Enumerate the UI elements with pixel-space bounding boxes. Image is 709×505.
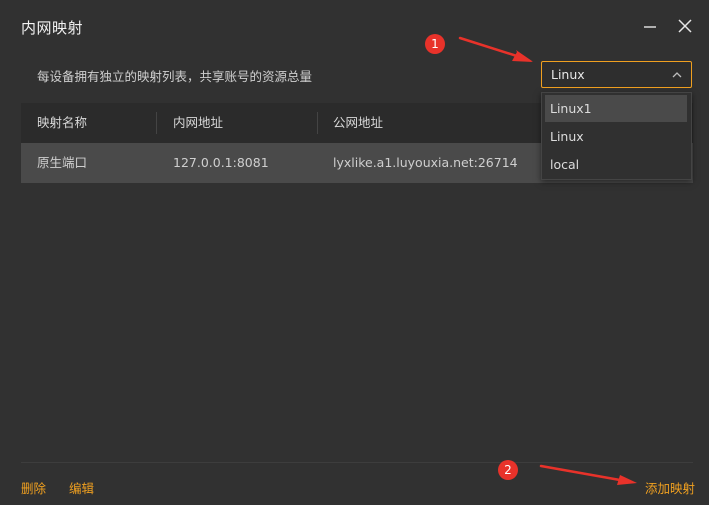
dropdown-option-linux[interactable]: Linux xyxy=(545,123,687,150)
annotation-arrow-2 xyxy=(539,464,637,485)
annotation-badge-1: 1 xyxy=(425,34,445,54)
device-dropdown-menu: Linux1 Linux local xyxy=(541,92,692,180)
minimize-button[interactable] xyxy=(638,14,662,38)
device-select-value: Linux xyxy=(551,67,585,82)
dropdown-option-linux1[interactable]: Linux1 xyxy=(545,95,687,122)
window: 内网映射 每设备拥有独立的映射列表，共享账号的资源总量 映射名称 内网地址 公网… xyxy=(0,0,709,505)
description-text: 每设备拥有独立的映射列表，共享账号的资源总量 xyxy=(37,69,313,84)
edit-button[interactable]: 编辑 xyxy=(69,478,94,497)
column-divider xyxy=(317,112,318,134)
close-icon xyxy=(678,19,692,33)
window-title: 内网映射 xyxy=(21,19,84,37)
cell-local-address: 127.0.0.1:8081 xyxy=(173,155,269,170)
footer-divider xyxy=(21,462,693,463)
annotation-badge-2: 2 xyxy=(498,460,518,480)
cell-public-address: lyxlike.a1.luyouxia.net:26714 xyxy=(333,155,518,170)
column-divider xyxy=(156,112,157,134)
dropdown-option-local[interactable]: local xyxy=(545,151,687,178)
delete-button[interactable]: 删除 xyxy=(21,478,46,497)
chevron-up-icon xyxy=(672,72,682,78)
close-button[interactable] xyxy=(673,14,697,38)
annotation-arrow-1 xyxy=(458,36,533,62)
column-header-name: 映射名称 xyxy=(37,115,88,130)
minimize-icon xyxy=(644,26,656,28)
column-header-local-address: 内网地址 xyxy=(173,115,224,130)
add-mapping-button[interactable]: 添加映射 xyxy=(645,478,695,497)
cell-mapping-name: 原生端口 xyxy=(37,155,88,170)
device-select[interactable]: Linux xyxy=(541,61,692,88)
column-header-public-address: 公网地址 xyxy=(333,115,384,130)
